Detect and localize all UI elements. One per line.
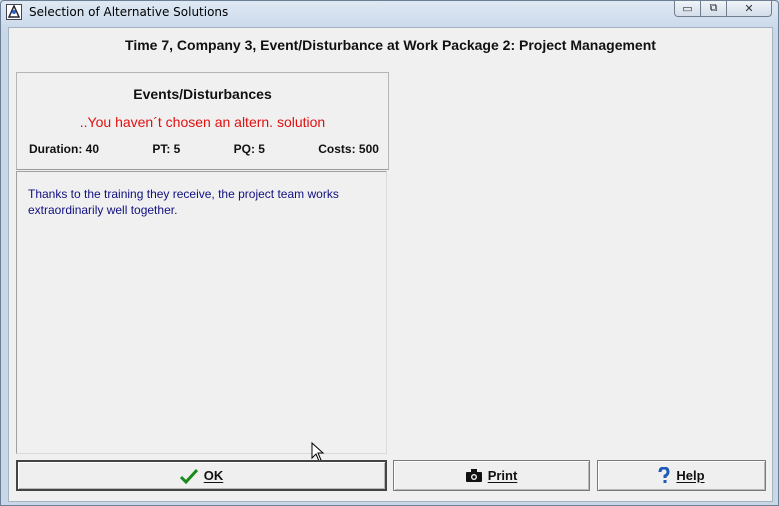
camera-icon xyxy=(465,469,482,482)
close-button[interactable]: ✕ xyxy=(727,1,772,17)
minimize-button[interactable]: ▭ xyxy=(674,1,701,17)
ok-label: OK xyxy=(203,468,224,483)
app-icon xyxy=(6,4,22,20)
title-bar[interactable]: Selection of Alternative Solutions ▭ ⧉ ✕ xyxy=(1,1,778,25)
window-title: Selection of Alternative Solutions xyxy=(29,5,229,19)
close-icon: ✕ xyxy=(744,3,754,15)
help-button[interactable]: Help xyxy=(597,460,766,491)
events-panel: Events/Disturbances ..You haven´t chosen… xyxy=(16,72,389,170)
print-label: Print xyxy=(487,468,518,483)
dialog-client-area: Time 7, Company 3, Event/Disturbance at … xyxy=(8,27,773,502)
event-stats: Duration: 40 PT: 5 PQ: 5 Costs: 500 xyxy=(29,142,379,156)
help-label: Help xyxy=(676,468,705,483)
description-panel: Thanks to the training they receive, the… xyxy=(16,171,387,462)
maximize-button[interactable]: ⧉ xyxy=(701,1,727,17)
duration-value: Duration: 40 xyxy=(29,142,100,156)
ok-button[interactable]: OK xyxy=(16,460,387,491)
costs-value: Costs: 500 xyxy=(318,142,379,156)
page-title: Time 7, Company 3, Event/Disturbance at … xyxy=(125,37,656,53)
check-icon xyxy=(179,468,198,484)
caption-buttons: ▭ ⧉ ✕ xyxy=(674,1,772,18)
minimize-icon: ▭ xyxy=(682,3,693,15)
no-solution-warning: ..You haven´t chosen an altern. solution xyxy=(79,114,326,130)
restore-icon: ⧉ xyxy=(709,2,718,14)
pq-value: PQ: 5 xyxy=(233,142,265,156)
pt-value: PT: 5 xyxy=(152,142,181,156)
print-button[interactable]: Print xyxy=(393,460,590,491)
question-icon xyxy=(658,467,670,484)
dialog-window: Selection of Alternative Solutions ▭ ⧉ ✕… xyxy=(0,0,779,506)
events-title: Events/Disturbances xyxy=(133,86,272,102)
event-description: Thanks to the training they receive, the… xyxy=(28,187,339,217)
